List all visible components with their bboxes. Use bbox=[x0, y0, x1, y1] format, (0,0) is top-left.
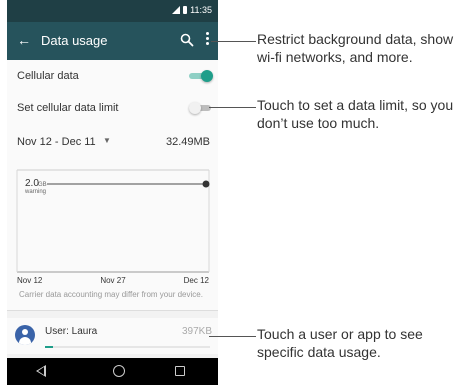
x-label-start: Nov 12 bbox=[17, 276, 43, 285]
cycle-date-range[interactable]: Nov 12 - Dec 11 bbox=[17, 136, 96, 148]
cycle-total-usage: 32.49MB bbox=[165, 136, 210, 148]
cellular-limit-toggle[interactable] bbox=[189, 102, 213, 114]
cellular-data-toggle[interactable] bbox=[189, 70, 213, 82]
callout-limit: Touch to set a data limit, so you don’t … bbox=[257, 97, 454, 131]
usage-chart: 2.0 GB warning Nov 12 Nov 27 Dec 12 Carr… bbox=[7, 160, 218, 311]
callout-user: Touch a user or app to see specific data… bbox=[257, 326, 423, 360]
navigation-bar bbox=[7, 358, 218, 385]
cellular-data-label: Cellular data bbox=[17, 70, 79, 82]
phone-screen: 11:35 ← Data usage Cellular data Set cel… bbox=[7, 0, 218, 385]
more-vert-icon[interactable] bbox=[205, 31, 209, 49]
callout-leader-3 bbox=[209, 336, 256, 337]
status-bar: 11:35 bbox=[7, 0, 218, 22]
usage-cycle-selector[interactable]: Nov 12 - Dec 11 ▼ 32.49MB bbox=[7, 124, 218, 160]
arrow-left-icon[interactable]: ← bbox=[17, 32, 31, 48]
nav-back-icon[interactable] bbox=[36, 365, 46, 377]
callout-leader-1 bbox=[211, 41, 256, 42]
battery-icon bbox=[183, 6, 188, 14]
user-usage-amount: 397KB bbox=[181, 326, 212, 337]
search-icon[interactable] bbox=[179, 32, 195, 48]
warning-unit: GB bbox=[38, 182, 47, 188]
x-label-end: Dec 12 bbox=[184, 276, 210, 285]
user-usage-bar-fill bbox=[45, 346, 54, 348]
signal-icon bbox=[172, 6, 181, 14]
usage-chart-svg: 2.0 GB warning Nov 12 Nov 27 Dec 12 bbox=[16, 169, 210, 285]
warning-label: warning bbox=[24, 189, 46, 195]
user-usage-row[interactable]: User: Laura 397KB bbox=[7, 318, 218, 354]
carrier-note: Carrier data accounting may differ from … bbox=[19, 290, 203, 299]
cellular-data-row[interactable]: Cellular data bbox=[7, 60, 218, 93]
status-time: 11:35 bbox=[190, 5, 212, 15]
warning-handle[interactable] bbox=[202, 180, 210, 188]
app-bar: ← Data usage bbox=[7, 22, 218, 60]
callout-leader-2 bbox=[209, 107, 256, 108]
callout-menu: Restrict background data, show wi-fi net… bbox=[257, 31, 454, 65]
user-avatar-icon bbox=[15, 325, 35, 345]
nav-recents-icon[interactable] bbox=[175, 366, 185, 376]
user-name: User: Laura bbox=[45, 326, 98, 337]
cellular-limit-row[interactable]: Set cellular data limit bbox=[7, 92, 218, 125]
cellular-limit-label: Set cellular data limit bbox=[17, 102, 119, 114]
page-title: Data usage bbox=[41, 33, 108, 48]
x-label-middle: Nov 27 bbox=[100, 276, 126, 285]
user-usage-bar bbox=[45, 346, 210, 348]
nav-home-icon[interactable] bbox=[113, 365, 125, 377]
status-icons: 11:35 bbox=[172, 5, 212, 15]
dropdown-caret-icon[interactable]: ▼ bbox=[103, 136, 111, 145]
